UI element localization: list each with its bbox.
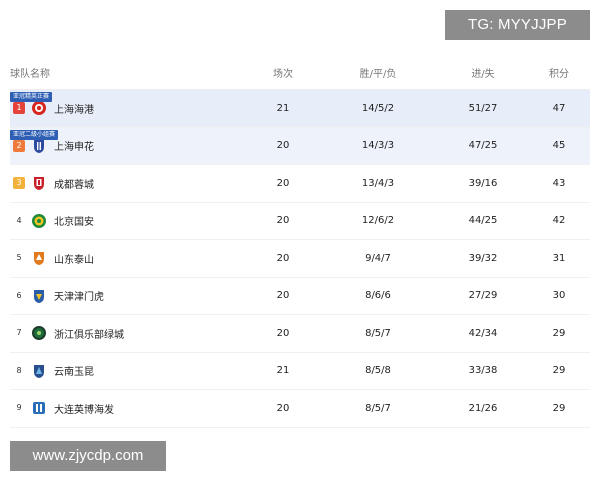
- rank-badge: 3: [13, 177, 25, 190]
- team-name: 成都蓉城: [54, 179, 94, 191]
- table-row[interactable]: 5 山东泰山 20 9/4/7 39/32 31: [10, 240, 590, 278]
- rank-badge: 6: [16, 290, 22, 300]
- team-logo-icon: [31, 100, 47, 116]
- wdl-value: 12/6/2: [361, 215, 395, 227]
- wdl-value: 8/5/8: [365, 365, 391, 377]
- goals-value: 33/38: [468, 365, 498, 377]
- played-value: 20: [276, 402, 290, 414]
- team-name: 上海申花: [54, 142, 94, 154]
- team-cell: 1 上海海港: [10, 100, 248, 116]
- goals-value: 21/26: [468, 402, 498, 414]
- points-value: 30: [552, 290, 566, 302]
- team-logo-icon: [31, 175, 47, 191]
- played-value: 20: [276, 215, 290, 227]
- wdl-value: 13/4/3: [361, 177, 395, 189]
- table-header: 球队名称 场次 胜/平/负 进/失 积分: [10, 55, 590, 90]
- points-value: 43: [552, 177, 566, 189]
- wdl-value: 14/3/3: [361, 140, 395, 152]
- team-cell: 9 大连英博海发: [10, 400, 248, 416]
- team-logo-icon: [31, 325, 47, 341]
- played-value: 20: [276, 327, 290, 339]
- header-played: 场次: [273, 68, 293, 80]
- goals-value: 44/25: [468, 215, 498, 227]
- team-cell: 8 云南玉昆: [10, 363, 248, 379]
- table-row[interactable]: 7 浙江俱乐部绿城 20 8/5/7 42/34 29: [10, 315, 590, 353]
- points-value: 47: [552, 102, 566, 114]
- wdl-value: 14/5/2: [361, 102, 395, 114]
- wdl-value: 9/4/7: [365, 252, 391, 264]
- played-value: 21: [276, 102, 290, 114]
- wdl-value: 8/5/7: [365, 327, 391, 339]
- team-name: 山东泰山: [54, 254, 94, 266]
- team-name: 云南玉昆: [54, 367, 94, 379]
- goals-value: 39/16: [468, 177, 498, 189]
- points-value: 31: [552, 252, 566, 264]
- team-name: 上海海港: [54, 104, 94, 116]
- qualification-badge: 亚冠精英正赛: [10, 92, 53, 102]
- points-value: 29: [552, 327, 566, 339]
- goals-value: 42/34: [468, 327, 498, 339]
- table-row[interactable]: 8 云南玉昆 21 8/5/8 33/38 29: [10, 353, 590, 390]
- table-row[interactable]: 4 北京国安 20 12/6/2 44/25 42: [10, 203, 590, 240]
- team-logo-icon: [31, 138, 47, 154]
- rank-badge: 9: [16, 403, 22, 413]
- played-value: 20: [276, 290, 290, 302]
- header-goals: 进/失: [471, 68, 495, 80]
- team-logo-icon: [31, 250, 47, 266]
- goals-value: 47/25: [468, 140, 498, 152]
- watermark-top: TG: MYYJJPP: [445, 10, 590, 40]
- team-cell: 7 浙江俱乐部绿城: [10, 325, 248, 341]
- played-value: 20: [276, 140, 290, 152]
- team-logo-icon: [31, 288, 47, 304]
- points-value: 45: [552, 140, 566, 152]
- team-cell: 5 山东泰山: [10, 250, 248, 266]
- goals-value: 27/29: [468, 290, 498, 302]
- team-cell: 6 天津津门虎: [10, 288, 248, 304]
- table-row[interactable]: 亚冠二级小组赛 2 上海申花 20 14/3/3 47/25 45: [10, 127, 590, 165]
- table-row[interactable]: 3 成都蓉城 20 13/4/3 39/16 43: [10, 165, 590, 203]
- team-cell: 4 北京国安: [10, 213, 248, 229]
- played-value: 21: [276, 365, 290, 377]
- team-logo-icon: [31, 363, 47, 379]
- team-name: 大连英博海发: [54, 404, 114, 416]
- rank-badge: 2: [13, 139, 25, 152]
- team-logo-icon: [31, 400, 47, 416]
- team-cell: 3 成都蓉城: [10, 175, 248, 191]
- team-logo-icon: [31, 213, 47, 229]
- wdl-value: 8/6/6: [365, 290, 391, 302]
- header-points: 积分: [549, 68, 569, 80]
- rank-badge: 1: [13, 102, 25, 115]
- played-value: 20: [276, 177, 290, 189]
- rank-badge: 7: [16, 328, 22, 338]
- qualification-badge: 亚冠二级小组赛: [10, 129, 59, 140]
- points-value: 29: [552, 402, 566, 414]
- header-team: 球队名称: [10, 68, 50, 80]
- table-row[interactable]: 9 大连英博海发 20 8/5/7 21/26 29: [10, 390, 590, 428]
- standings-table: 球队名称 场次 胜/平/负 进/失 积分 亚冠精英正赛 1 上海海港 21 14…: [10, 55, 590, 428]
- team-name: 浙江俱乐部绿城: [54, 329, 124, 341]
- goals-value: 51/27: [468, 102, 498, 114]
- points-value: 29: [552, 365, 566, 377]
- goals-value: 39/32: [468, 252, 498, 264]
- wdl-value: 8/5/7: [365, 402, 391, 414]
- watermark-bottom: www.zjycdp.com: [10, 441, 166, 471]
- header-wdl: 胜/平/负: [359, 68, 397, 80]
- table-row[interactable]: 6 天津津门虎 20 8/6/6 27/29 30: [10, 278, 590, 315]
- table-row[interactable]: 亚冠精英正赛 1 上海海港 21 14/5/2 51/27 47: [10, 90, 590, 128]
- played-value: 20: [276, 252, 290, 264]
- team-cell: 2 上海申花: [10, 138, 248, 154]
- team-name: 北京国安: [54, 217, 94, 229]
- points-value: 42: [552, 215, 566, 227]
- team-name: 天津津门虎: [54, 292, 104, 304]
- rank-badge: 4: [16, 215, 22, 225]
- rank-badge: 5: [16, 253, 22, 263]
- rank-badge: 8: [16, 365, 22, 375]
